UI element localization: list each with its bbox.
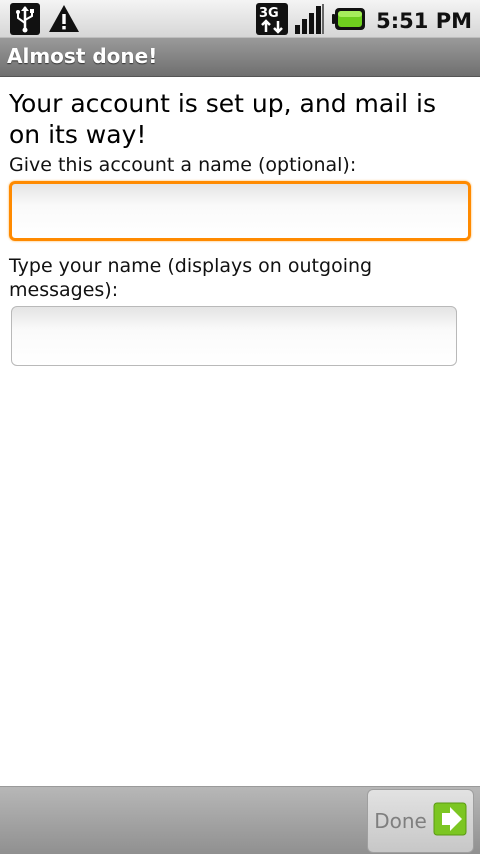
- svg-text:3G: 3G: [259, 6, 279, 21]
- status-time: 5:51 PM: [376, 9, 472, 33]
- status-bar: 3G 5:51 PM: [0, 0, 480, 38]
- status-icons-right: 3G 5:51 PM: [256, 3, 472, 39]
- done-button-label: Done: [374, 809, 427, 833]
- usb-icon: [10, 3, 40, 39]
- warning-icon: [48, 3, 80, 39]
- done-button[interactable]: Done: [367, 789, 474, 853]
- battery-icon: [332, 7, 366, 35]
- status-icons-left: [10, 3, 80, 39]
- page-title: Almost done!: [7, 44, 158, 68]
- your-name-label: Type your name (displays on outgoing mes…: [9, 255, 373, 301]
- account-setup-form: Your account is set up, and mail is on i…: [9, 88, 471, 366]
- your-name-input[interactable]: [11, 306, 457, 366]
- signal-icon: [294, 3, 326, 39]
- account-name-input[interactable]: [9, 181, 471, 241]
- bottom-action-bar: Done: [0, 786, 480, 854]
- account-name-label: Give this account a name (optional):: [9, 154, 357, 176]
- network-3g-icon: 3G: [256, 3, 289, 39]
- setup-heading: Your account is set up, and mail is on i…: [9, 89, 437, 149]
- title-bar: Almost done!: [0, 38, 480, 77]
- arrow-right-icon: [433, 802, 467, 840]
